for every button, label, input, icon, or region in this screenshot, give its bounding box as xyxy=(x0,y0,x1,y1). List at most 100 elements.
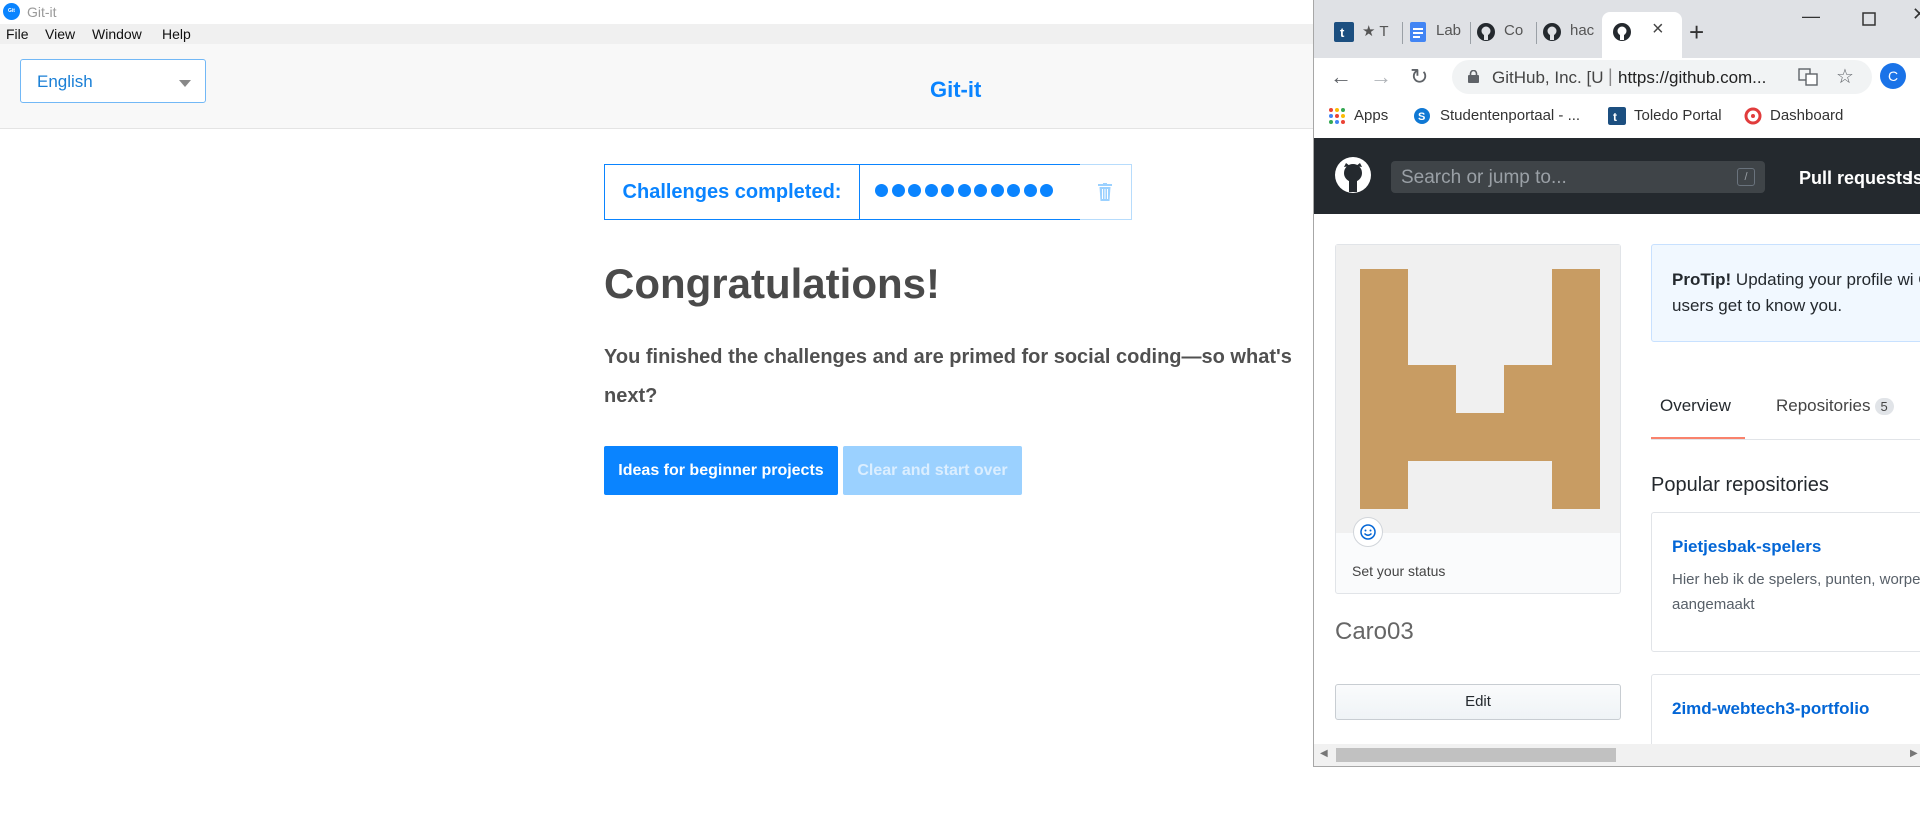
menu-window[interactable]: Window xyxy=(92,26,142,42)
clear-progress-button[interactable] xyxy=(1080,164,1132,220)
close-window-icon[interactable]: ✕ xyxy=(1912,4,1920,25)
bookmark-label: Dashboard xyxy=(1770,107,1844,124)
github-logo-icon[interactable] xyxy=(1334,156,1372,194)
tab-repositories[interactable]: Repositories 5 xyxy=(1776,396,1894,416)
menu-help[interactable]: Help xyxy=(162,26,191,42)
repo-link[interactable]: 2imd-webtech3-portfolio xyxy=(1672,699,1869,719)
protip-label: ProTip! xyxy=(1672,270,1732,289)
completed-challenge-dot xyxy=(941,184,954,197)
status-text[interactable]: Set your status xyxy=(1352,563,1445,579)
active-tab-indicator xyxy=(1651,437,1745,439)
browser-window: t ★ T Lab Co hac × + — ✕ ← → ↻ xyxy=(1313,0,1920,767)
repo-count-badge: 5 xyxy=(1874,398,1894,415)
forward-icon[interactable]: → xyxy=(1370,64,1392,90)
search-placeholder: Search or jump to... xyxy=(1401,167,1567,188)
completed-challenge-dot xyxy=(1023,184,1037,197)
completed-challenge-dot xyxy=(990,184,1004,197)
star-icon[interactable]: ☆ xyxy=(1836,64,1854,89)
window-title: Git-it xyxy=(27,4,57,20)
github-header: Search or jump to... / Pull requests Is xyxy=(1314,138,1920,214)
profile-username: Caro03 xyxy=(1335,618,1414,645)
completed-challenge-dot xyxy=(891,184,905,197)
edit-profile-button[interactable]: Edit xyxy=(1335,684,1621,720)
completed-challenge-dot xyxy=(974,184,987,197)
github-icon xyxy=(1543,23,1561,41)
tab-label: hac xyxy=(1570,22,1595,39)
profile-avatar[interactable]: C xyxy=(1880,63,1906,89)
reload-icon[interactable]: ↻ xyxy=(1410,64,1428,90)
browser-tab-4[interactable]: hac xyxy=(1542,16,1600,50)
lock-icon xyxy=(1468,70,1479,83)
repo-link[interactable]: Pietjesbak-spelers xyxy=(1672,537,1821,557)
search-shortcut-key: / xyxy=(1737,168,1755,186)
bookmark-dashboard[interactable]: Dashboard xyxy=(1744,107,1843,125)
tabs-divider xyxy=(1651,439,1920,440)
maximize-icon[interactable] xyxy=(1862,12,1876,26)
completed-challenge-dot xyxy=(957,184,971,197)
tab-label: ★ T xyxy=(1362,23,1389,40)
completed-challenge-dot xyxy=(1007,184,1020,197)
challenges-progress: Challenges completed: xyxy=(604,164,1130,220)
nav-pull-requests[interactable]: Pull requests xyxy=(1799,168,1912,189)
language-select[interactable]: English xyxy=(20,59,206,103)
address-bar[interactable]: GitHub, Inc. [U | https://github.com... … xyxy=(1452,60,1872,94)
back-icon[interactable]: ← xyxy=(1330,64,1352,90)
nav-issues[interactable]: Is xyxy=(1908,168,1920,189)
gitit-logo-icon: Git xyxy=(3,3,20,20)
tab-overview[interactable]: Overview xyxy=(1660,396,1731,416)
clear-start-over-button[interactable]: Clear and start over xyxy=(843,446,1022,495)
svg-text:S: S xyxy=(1418,111,1425,123)
tab-separator xyxy=(1402,22,1403,44)
completed-challenge-dot xyxy=(1040,184,1053,197)
toledo-icon: t xyxy=(1334,22,1354,42)
minimize-icon[interactable]: — xyxy=(1802,6,1820,27)
language-value: English xyxy=(37,72,93,91)
trash-icon xyxy=(1098,183,1112,201)
progress-label: Challenges completed: xyxy=(605,165,860,219)
scroll-right-icon[interactable]: ▶ xyxy=(1910,748,1918,759)
tab-label: Co xyxy=(1504,22,1524,39)
scrollbar-thumb[interactable] xyxy=(1336,748,1616,762)
github-icon xyxy=(1613,23,1631,41)
tab-label: Lab xyxy=(1436,22,1462,39)
menu-view[interactable]: View xyxy=(45,26,75,42)
repo-description: Hier heb ik de spelers, punten, worpen a… xyxy=(1672,571,1920,613)
set-status-button[interactable] xyxy=(1353,517,1383,547)
ideas-button[interactable]: Ideas for beginner projects xyxy=(604,446,838,495)
bookmark-label: Toledo Portal xyxy=(1634,107,1722,124)
apps-grid-icon xyxy=(1329,108,1345,125)
identicon-avatar[interactable] xyxy=(1360,269,1600,509)
github-search-input[interactable]: Search or jump to... / xyxy=(1391,161,1765,193)
browser-tab-2[interactable]: Lab xyxy=(1408,16,1470,50)
completed-challenge-dot xyxy=(908,184,921,197)
browser-toolbar: ← → ↻ GitHub, Inc. [U | https://github.c… xyxy=(1314,58,1920,136)
docs-icon xyxy=(1410,22,1426,42)
tab-separator xyxy=(1536,22,1537,44)
scroll-left-icon[interactable]: ◀ xyxy=(1320,748,1328,759)
svg-text:t: t xyxy=(1340,25,1345,40)
bookmark-studentenportaal[interactable]: S Studentenportaal - ... xyxy=(1414,107,1580,125)
translate-icon[interactable] xyxy=(1798,68,1818,86)
bookmark-label: Apps xyxy=(1354,107,1389,124)
browser-tab-1[interactable]: t ★ T xyxy=(1334,16,1402,50)
page-title: Congratulations! xyxy=(604,260,940,307)
bookmark-label: Studentenportaal - ... xyxy=(1440,107,1581,124)
completed-challenge-dot xyxy=(875,184,888,197)
smiley-icon xyxy=(1360,524,1376,540)
horizontal-scrollbar[interactable]: ◀ ▶ xyxy=(1314,744,1920,766)
completed-challenge-dot xyxy=(924,184,938,197)
sharepoint-icon: S xyxy=(1414,108,1430,125)
bookmark-apps[interactable]: Apps xyxy=(1328,107,1388,125)
bookmarks-bar: Apps S Studentenportaal - ... t Toledo Por… xyxy=(1314,98,1920,134)
browser-tab-3[interactable]: Co xyxy=(1476,16,1536,50)
close-tab-icon[interactable]: × xyxy=(1652,18,1664,41)
omnibox-divider: | xyxy=(1608,66,1613,86)
menu-file[interactable]: File xyxy=(6,26,29,42)
popular-repos-heading: Popular repositories xyxy=(1651,474,1829,496)
browser-tab-active[interactable]: × xyxy=(1602,12,1682,58)
site-org: GitHub, Inc. [U xyxy=(1492,68,1604,87)
bookmark-toledo[interactable]: t Toledo Portal xyxy=(1608,107,1722,126)
app-header-title: Git-it xyxy=(930,77,982,102)
new-tab-button[interactable]: + xyxy=(1689,17,1704,48)
repo-card: Pietjesbak-spelers Hier heb ik de speler… xyxy=(1651,512,1920,652)
